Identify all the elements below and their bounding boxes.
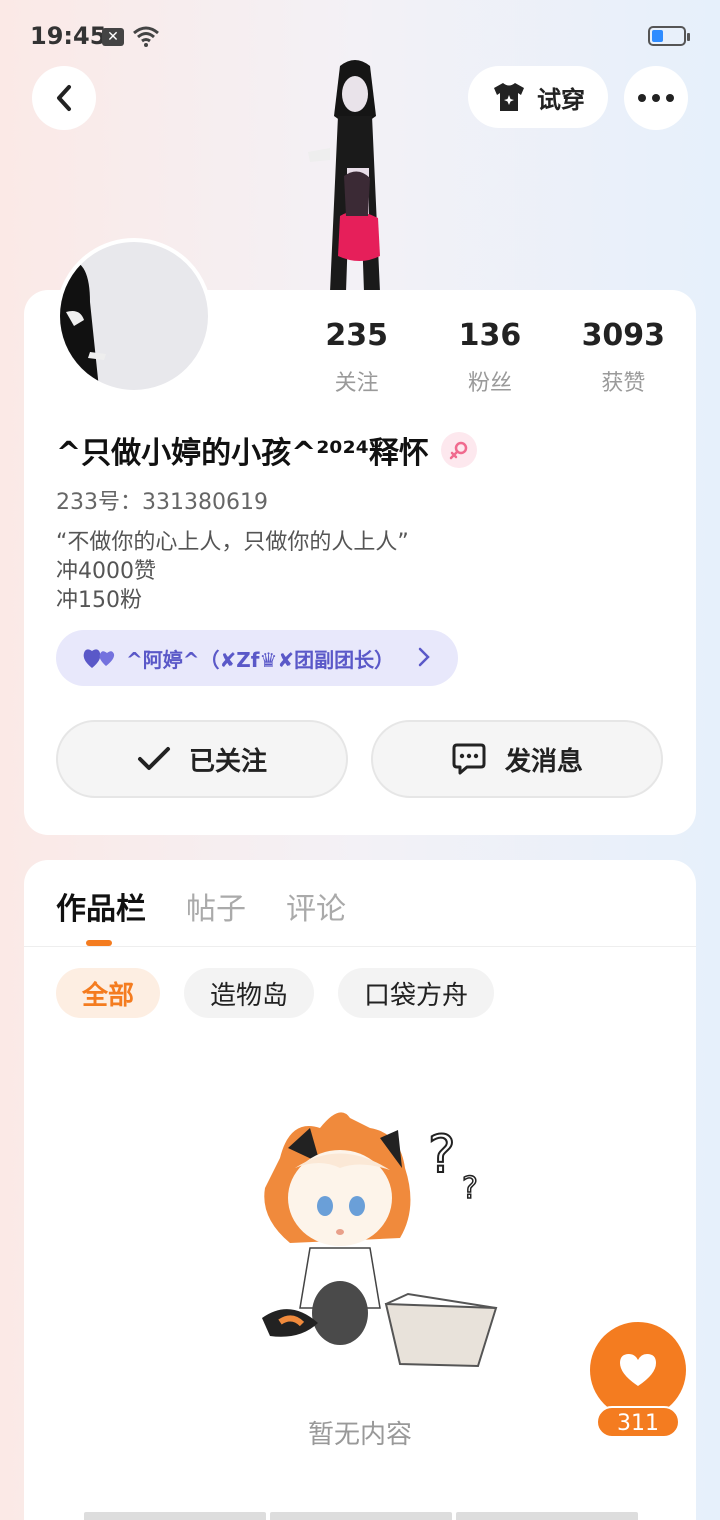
works-tabs: 作品栏 帖子 评论 [56,884,346,928]
chevron-left-icon [57,85,71,111]
stat-value: 3093 [581,318,666,353]
bio: “不做你的心上人，只做你的人上人” 冲4000赞 冲150粉 [56,528,409,615]
empty-state-illustration: ? ? [262,1112,498,1368]
tab-posts[interactable]: 帖子 [186,884,246,928]
female-icon [440,432,477,468]
chat-bubble-icon [452,743,486,775]
svg-text:?: ? [428,1125,456,1185]
more-button[interactable] [624,66,688,130]
bio-line: 冲150粉 [56,588,142,613]
stat-label: 粉丝 [467,371,512,396]
guild-label: ^阿婷^（✘Zf♛✘团副团长） [126,647,395,672]
tab-comments[interactable]: 评论 [286,884,346,928]
stat-label: 获赞 [601,371,646,396]
message-button[interactable]: 发消息 [371,720,663,798]
tab-works[interactable]: 作品栏 [56,884,146,928]
chevron-right-icon [418,647,430,667]
stat-likes[interactable]: 3093 获赞 [557,318,690,397]
heart-icon [620,1354,656,1386]
like-fab-button[interactable] [590,1322,686,1418]
wifi-icon [133,26,159,47]
follow-label: 已关注 [188,746,267,777]
profile-stats: 235 关注 136 粉丝 3093 获赞 [290,318,690,397]
svg-text:?: ? [462,1171,478,1206]
bottom-tab-strip [84,1512,638,1520]
stat-label: 关注 [334,371,379,396]
nickname-row: ^只做小婷的小孩^²⁰²⁴释怀 [56,428,477,472]
works-filters: 全部 造物岛 口袋方舟 [56,968,495,1018]
status-time: 19:45 [30,22,107,50]
user-id: 233号：331380619 [56,490,268,515]
bio-line: “不做你的心上人，只做你的人上人” [56,530,409,555]
tshirt-icon [494,83,524,111]
notification-x-icon: ✕ [102,28,124,46]
bottom-bar-segment [84,1512,266,1520]
bottom-bar-segment [270,1512,452,1520]
stat-value: 235 [325,318,388,353]
divider [24,946,696,947]
follow-button[interactable]: 已关注 [56,720,348,798]
stat-fans[interactable]: 136 粉丝 [423,318,556,397]
battery-icon [648,26,690,46]
avatar[interactable] [56,238,212,394]
message-label: 发消息 [504,746,583,777]
filter-all[interactable]: 全部 [56,968,161,1018]
check-icon [137,747,170,770]
filter-pocket-ark[interactable]: 口袋方舟 [338,968,495,1018]
hearts-icon [83,649,115,668]
bottom-bar-segment [456,1512,638,1520]
nickname: ^只做小婷的小孩^²⁰²⁴释怀 [56,436,429,471]
more-dots-icon [638,94,674,102]
try-on-button[interactable]: 试穿 [468,66,608,128]
try-on-label: 试穿 [537,85,585,114]
bio-line: 冲4000赞 [56,559,156,584]
character-figure [308,60,380,292]
like-count-badge: 311 [596,1406,680,1438]
back-button[interactable] [32,66,96,130]
stat-following[interactable]: 235 关注 [290,318,423,397]
stat-value: 136 [458,318,522,353]
guild-badge[interactable]: ^阿婷^（✘Zf♛✘团副团长） [56,630,458,686]
filter-creation-island[interactable]: 造物岛 [184,968,315,1018]
battery-fill [652,30,663,42]
